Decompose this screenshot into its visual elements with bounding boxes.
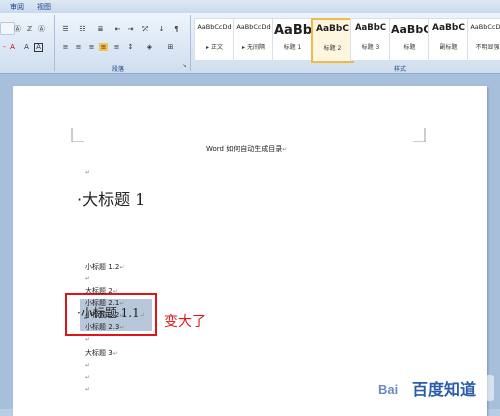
style-item[interactable]: AaBbC 副标题 (428, 18, 469, 61)
style-item[interactable]: AaBbC 标题 3 (350, 18, 391, 61)
paragraph-mark: ↵ (85, 169, 91, 176)
annotation-text: 变大了 (164, 314, 206, 330)
document-line: 大标题 3↵ (85, 348, 118, 358)
style-name: 标题 2 (323, 45, 342, 52)
crop-mark-icon (413, 128, 426, 142)
heading-1-line: ·大标题 1 (77, 186, 145, 210)
paragraph-mark-line: ↵ (85, 159, 90, 178)
group-label-styles: 样式 (394, 66, 407, 73)
style-name: 标题 3 (361, 44, 380, 51)
paragraph-mark: ↵ (85, 386, 91, 393)
style-name: 标题 (403, 44, 416, 51)
style-item[interactable]: AaBbC 标题 2 (311, 18, 354, 63)
document-line: ↵ (85, 373, 90, 381)
style-name: 副标题 (439, 44, 458, 51)
style-name: ▸ 正文 (206, 44, 223, 51)
paragraph-mark: ↵ (112, 288, 118, 295)
line-text: 小标题 2.3 (85, 323, 120, 331)
increase-indent-icon[interactable]: ⇥ (126, 25, 135, 33)
ribbon-tab-bar: 审阅 视图 (0, 0, 500, 14)
document-title-text: Word 如何自动生成目录 (206, 145, 283, 153)
line-text: 小标题 2.2 (85, 311, 120, 319)
document-line: ↵ (85, 385, 90, 393)
paragraph-mark: ↵ (85, 362, 91, 369)
group-separator (54, 15, 55, 71)
line-text: 小标题 2.1 (85, 299, 120, 307)
borders-icon[interactable]: ⊞ (166, 43, 175, 51)
paragraph-mark: ↵ (119, 312, 125, 319)
char-border-icon[interactable]: A (34, 43, 43, 52)
line-text: 大标题 3 (85, 349, 113, 357)
tab-view[interactable]: 视图 (37, 2, 51, 12)
line-text: 大标题 2 (85, 287, 113, 295)
chinese-layout-icon[interactable]: ⤱ (141, 25, 150, 33)
document-area: Word 如何自动生成目录↵ ↵ ·大标题 1 ·小标题 1.1↵ 变大了 小标… (0, 74, 500, 416)
font-color-dropdown-icon[interactable]: A (8, 43, 17, 51)
ribbon: Ⓐ ℤ Ⓐ - A A A ☰ ☷ ≣ ⇤ ⇥ ⤱ ↓ ¶ ≡ ≡ ≡ ≡ ≡ … (0, 13, 500, 74)
align-center-icon[interactable]: ≡ (74, 43, 83, 51)
style-item[interactable]: AaBb 标题 1 (272, 18, 313, 61)
style-sample: AaBbC (432, 23, 465, 33)
enclose-char-icon[interactable]: Ⓐ (37, 25, 46, 33)
document-line: 小标题 1.2↵ (85, 262, 124, 272)
shading-icon[interactable]: ◈ (145, 43, 154, 51)
justify-icon[interactable]: ≡ (99, 43, 108, 51)
char-shading-icon[interactable]: A (22, 43, 31, 51)
paragraph-mark: ↵ (119, 300, 125, 307)
show-marks-icon[interactable]: ¶ (172, 25, 181, 33)
watermark-brand: Bai (378, 382, 398, 397)
align-left-icon[interactable]: ≡ (61, 43, 70, 51)
decrease-indent-icon[interactable]: ⇤ (113, 25, 122, 33)
distributed-icon[interactable]: ≡ (112, 43, 121, 51)
document-title: Word 如何自动生成目录↵ (206, 144, 287, 154)
document-line: ↵ (85, 335, 90, 343)
group-separator (190, 15, 191, 71)
baidu-zhidao-watermark: Bai 百度知道 (374, 375, 494, 401)
style-sample: AaBbCcDd (236, 23, 271, 31)
document-line: 大标题 2↵ (85, 286, 118, 296)
paragraph-mark: ↵ (282, 146, 288, 153)
clear-format-icon[interactable]: Ⓐ (13, 25, 22, 33)
tab-review[interactable]: 审阅 (10, 2, 24, 12)
style-sample: AaBbC (354, 23, 387, 33)
phonetic-guide-icon[interactable]: ℤ (25, 25, 34, 33)
style-item[interactable]: AaBbCcDd ▸ 无间隔 (233, 18, 274, 61)
document-line: 小标题 2.1↵ (85, 298, 124, 308)
document-line: ↵ (85, 361, 90, 369)
style-name: ▸ 无间隔 (242, 44, 265, 51)
paragraph-mark: ↵ (112, 350, 118, 357)
paragraph-mark: ↵ (119, 324, 125, 331)
group-label-paragraph: 段落 (112, 66, 125, 73)
style-sample: AaBbC (316, 24, 349, 34)
crop-mark-icon (71, 128, 84, 142)
style-item[interactable]: AaBbCcDd 不明显强 (467, 18, 500, 61)
paragraph-mark: ↵ (119, 264, 125, 271)
style-name: 不明显强 (475, 44, 500, 51)
style-item[interactable]: AaBbC 标题 (389, 18, 430, 61)
bullets-icon[interactable]: ☰ (61, 25, 70, 33)
paragraph-mark: ↵ (139, 312, 145, 319)
watermark-text: 百度知道 (412, 380, 476, 399)
document-line: 小标题 2.3↵ (85, 322, 124, 332)
paragraph-mark: ↵ (85, 374, 91, 381)
style-name: 标题 1 (283, 44, 302, 51)
style-sample: AaBbC (391, 23, 428, 36)
paragraph-mark: ↵ (85, 336, 91, 343)
line-text: 小标题 1.2 (85, 263, 120, 271)
style-sample: AaBb (274, 23, 311, 38)
style-sample: AaBbCcDd (470, 23, 500, 31)
paragraph-dialog-launcher-icon[interactable]: ↘ (180, 62, 189, 70)
heading-1-text: 大标题 1 (82, 190, 146, 209)
line-spacing-icon[interactable]: ↕ (126, 43, 135, 51)
numbering-icon[interactable]: ☷ (78, 25, 87, 33)
sort-icon[interactable]: ↓ (157, 25, 166, 33)
align-right-icon[interactable]: ≡ (87, 43, 96, 51)
paragraph-mark: ↵ (85, 275, 91, 282)
document-line: ↵ (85, 274, 90, 282)
multilevel-list-icon[interactable]: ≣ (96, 25, 105, 33)
style-item[interactable]: AaBbCcDd ▸ 正文 (194, 18, 235, 61)
style-sample: AaBbCcDd (197, 23, 232, 31)
document-line: 小标题 2.2↵ (85, 310, 124, 320)
